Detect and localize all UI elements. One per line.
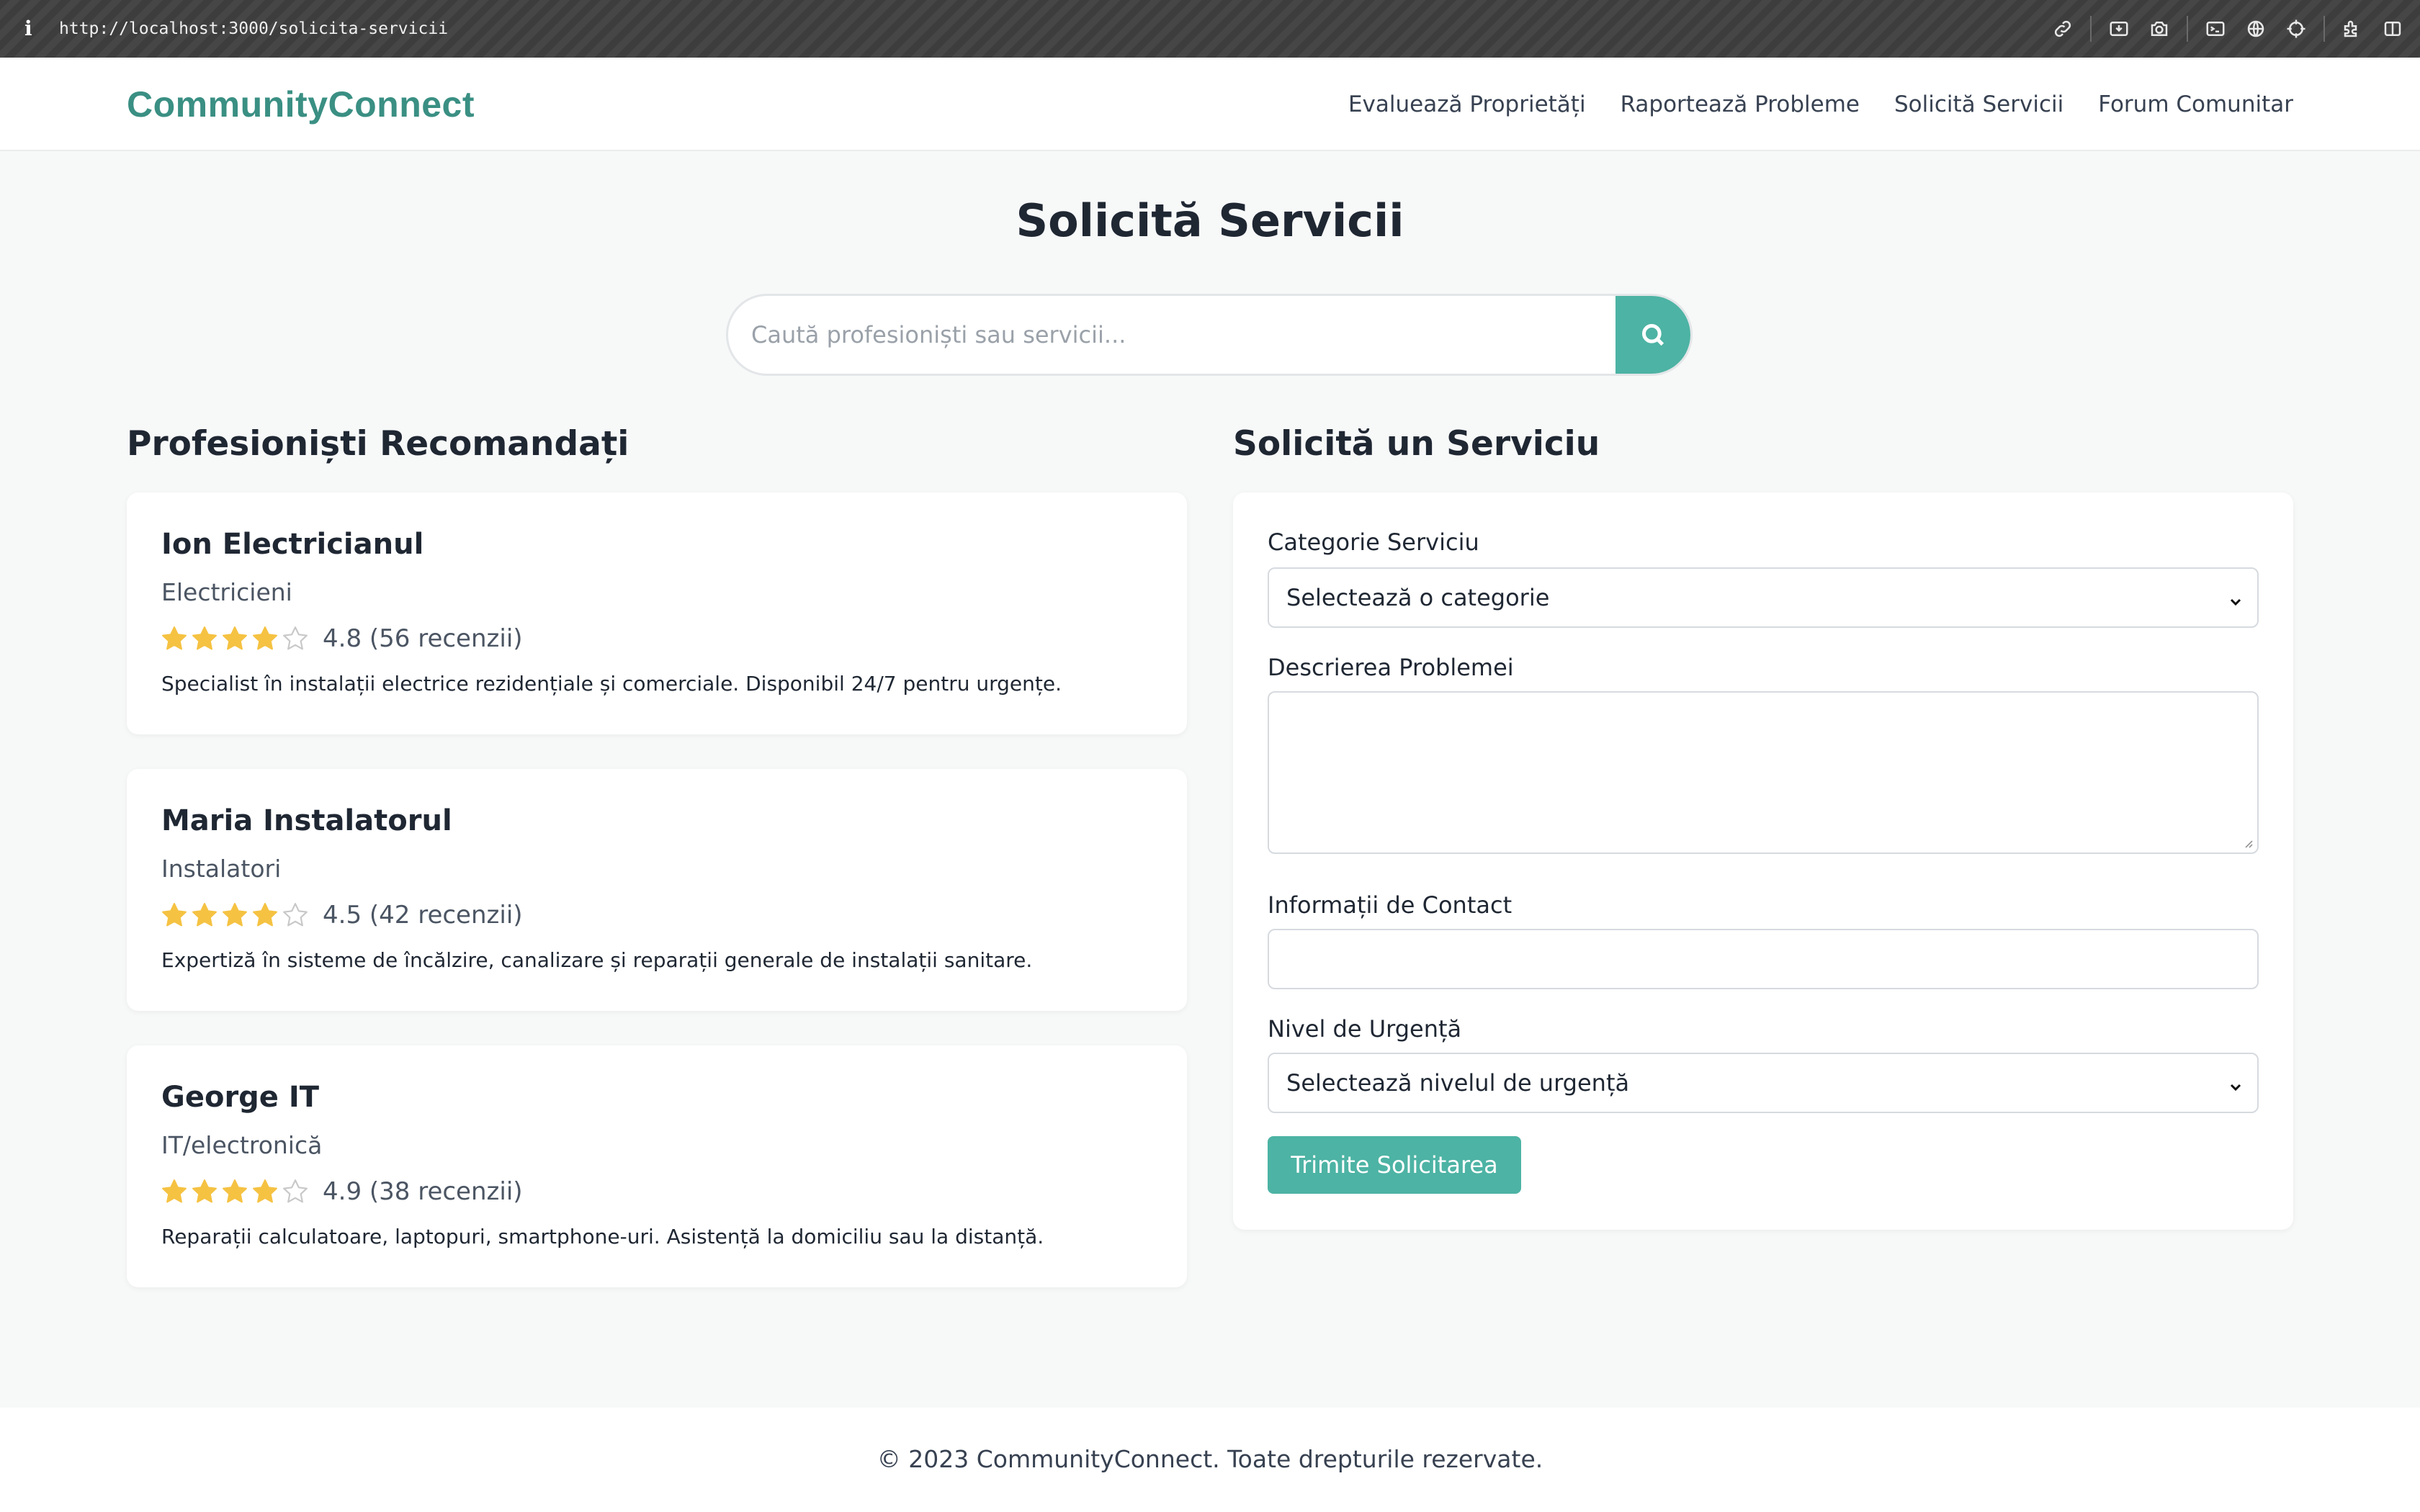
star-rating	[160, 901, 310, 930]
rating: 4.9 (38 recenzii)	[160, 1175, 523, 1208]
rating: 4.5 (42 recenzii)	[160, 899, 523, 932]
professional-name: Maria Instalatorul	[161, 804, 452, 837]
star-filled-icon	[162, 1179, 187, 1203]
rating-text: 4.9 (38 recenzii)	[323, 1177, 523, 1206]
description-textarea[interactable]	[1268, 691, 2259, 854]
star-filled-icon	[223, 1179, 247, 1203]
copyright-text: © 2023 CommunityConnect. Toate drepturil…	[877, 1445, 1543, 1473]
globe-icon[interactable]	[2243, 16, 2269, 42]
description-label: Descrierea Problemei	[1268, 654, 1514, 681]
nav-link-report-problems[interactable]: Raportează Probleme	[1621, 79, 1860, 130]
star-filled-icon	[192, 626, 217, 650]
star-filled-icon	[253, 903, 277, 927]
professional-name: George IT	[161, 1081, 320, 1114]
category-label: Categorie Serviciu	[1268, 528, 1479, 556]
urgency-select[interactable]: Selectează nivelul de urgență	[1268, 1053, 2259, 1113]
submit-request-button[interactable]: Trimite Solicitarea	[1268, 1136, 1521, 1194]
crosshair-icon[interactable]	[2283, 16, 2309, 42]
link-icon[interactable]	[2050, 16, 2076, 42]
professional-description: Reparații calculatoare, laptopuri, smart…	[161, 1225, 1044, 1248]
star-filled-icon	[223, 903, 247, 927]
professional-category: IT/electronică	[161, 1131, 323, 1159]
rating-text: 4.8 (56 recenzii)	[323, 624, 523, 653]
contact-label: Informații de Contact	[1268, 891, 1512, 919]
toolbar-divider	[2187, 16, 2188, 42]
professional-card[interactable]: George IT IT/electronică 4.9 (38 recenzi…	[127, 1045, 1187, 1287]
professional-name: Ion Electricianul	[161, 528, 424, 561]
logo[interactable]: CommunityConnect	[127, 79, 475, 130]
rating: 4.8 (56 recenzii)	[160, 622, 523, 655]
professional-card[interactable]: Maria Instalatorul Instalatori 4.5 (42 r…	[127, 769, 1187, 1011]
download-icon[interactable]	[2106, 16, 2132, 42]
browser-tools	[2050, 13, 2406, 45]
address-bar[interactable]: http://localhost:3000/solicita-servicii	[59, 16, 448, 42]
terminal-icon[interactable]	[2202, 16, 2228, 42]
page-title: Solicită Servicii	[1016, 194, 1404, 247]
service-request-form: Categorie Serviciu Selectează o categori…	[1233, 492, 2293, 1230]
site-header: CommunityConnect Evaluează Proprietăți R…	[0, 58, 2420, 151]
camera-icon[interactable]	[2146, 16, 2172, 42]
category-select[interactable]: Selectează o categorie	[1268, 567, 2259, 628]
professional-description: Specialist în instalații electrice rezid…	[161, 672, 1062, 696]
professionals-section-title: Profesioniști Recomandați	[127, 424, 629, 464]
nav-link-community-forum[interactable]: Forum Comunitar	[2098, 79, 2293, 130]
professional-card[interactable]: Ion Electricianul Electricieni 4.8 (56 r…	[127, 492, 1187, 734]
star-empty-icon	[283, 626, 308, 650]
star-filled-icon	[223, 626, 247, 650]
search-button[interactable]	[1615, 296, 1690, 374]
star-empty-icon	[283, 903, 308, 927]
professional-description: Expertiză în sisteme de încălzire, canal…	[161, 948, 1033, 972]
nav-link-request-services[interactable]: Solicită Servicii	[1894, 79, 2063, 130]
main-nav: Evaluează Proprietăți Raportează Problem…	[1348, 79, 2293, 130]
star-rating	[160, 624, 310, 653]
star-filled-icon	[253, 626, 277, 650]
star-filled-icon	[162, 626, 187, 650]
professional-category: Instalatori	[161, 855, 282, 883]
site-footer: © 2023 CommunityConnect. Toate drepturil…	[0, 1408, 2420, 1512]
chevron-down-icon	[2227, 589, 2244, 606]
toolbar-divider	[2323, 16, 2325, 42]
rating-text: 4.5 (42 recenzii)	[323, 901, 523, 930]
star-filled-icon	[253, 1179, 277, 1203]
search-icon	[1642, 324, 1664, 346]
urgency-select-value: Selectează nivelul de urgență	[1286, 1069, 1630, 1097]
extension-icon[interactable]	[2339, 16, 2365, 42]
contact-input[interactable]	[1268, 929, 2259, 989]
toolbar-divider	[2090, 16, 2092, 42]
search-bar	[726, 294, 1693, 376]
site-info-icon[interactable]: i	[24, 16, 39, 42]
star-rating	[160, 1177, 310, 1206]
sidebar-icon[interactable]	[2380, 16, 2406, 42]
star-filled-icon	[162, 903, 187, 927]
browser-toolbar: i http://localhost:3000/solicita-servici…	[0, 0, 2420, 58]
request-section-title: Solicită un Serviciu	[1233, 424, 1600, 464]
professional-category: Electricieni	[161, 578, 292, 606]
chevron-down-icon	[2227, 1074, 2244, 1092]
star-filled-icon	[192, 903, 217, 927]
star-empty-icon	[283, 1179, 308, 1203]
urgency-label: Nivel de Urgență	[1268, 1015, 1462, 1043]
category-select-value: Selectează o categorie	[1286, 584, 1550, 611]
star-filled-icon	[192, 1179, 217, 1203]
resize-handle-icon[interactable]	[2241, 837, 2253, 848]
search-input[interactable]	[728, 296, 1621, 374]
nav-link-evaluate-properties[interactable]: Evaluează Proprietăți	[1348, 79, 1586, 130]
